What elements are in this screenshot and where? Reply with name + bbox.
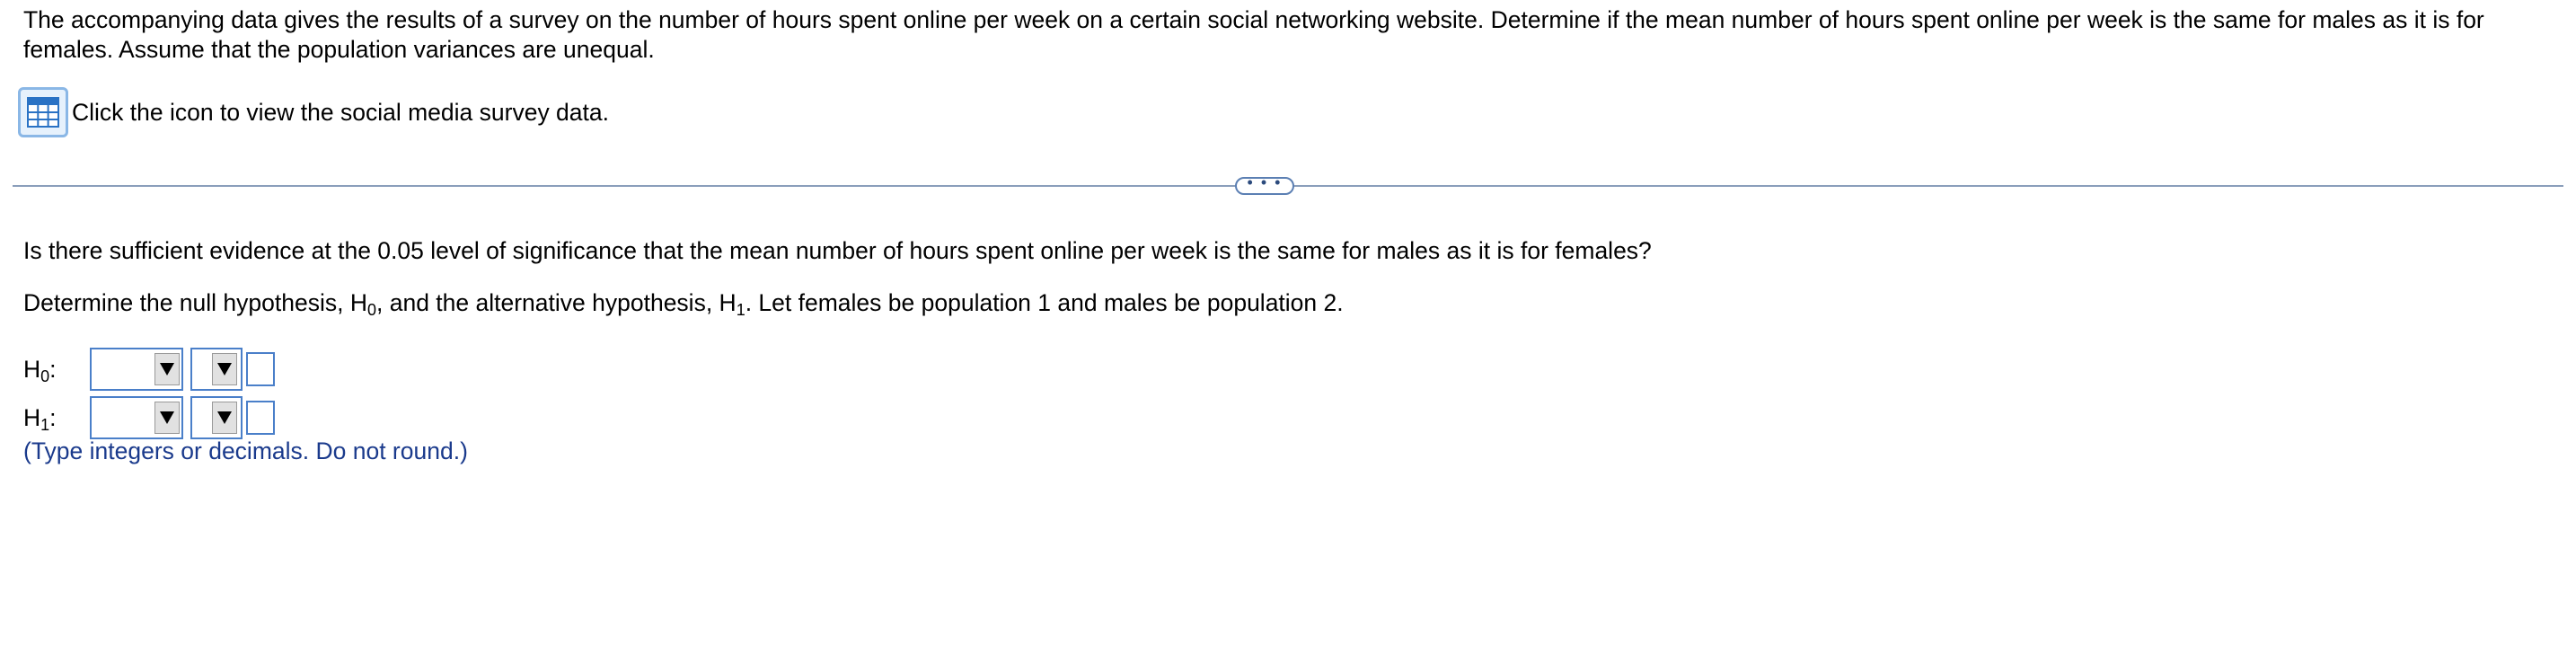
instruction-part2: , and the alternative hypothesis, H xyxy=(376,289,737,316)
dropdown-arrow-button[interactable] xyxy=(154,353,180,385)
instruction-part3: . Let females be population 1 and males … xyxy=(745,289,1344,316)
h0-label: H0: xyxy=(23,355,66,384)
more-dots-icon: • • • xyxy=(1247,173,1283,191)
dropdown-arrow-button[interactable] xyxy=(154,402,180,434)
instruction-sub0: 0 xyxy=(366,301,376,319)
dropdown-arrow-button[interactable] xyxy=(212,353,237,385)
data-link-text: Click the icon to view the social media … xyxy=(72,98,609,126)
data-link-row: Click the icon to view the social media … xyxy=(18,84,609,140)
triangle-down-icon xyxy=(217,411,232,424)
question-text: Is there sufficient evidence at the 0.05… xyxy=(23,237,1652,264)
h1-letter: H xyxy=(23,403,41,431)
table-grid-graphic xyxy=(27,97,59,128)
triangle-down-icon xyxy=(217,363,232,376)
h0-letter: H xyxy=(23,355,41,383)
h0-operator-dropdown[interactable] xyxy=(190,348,243,391)
h0-value-input[interactable] xyxy=(246,352,275,386)
h0-parameter-dropdown[interactable] xyxy=(90,348,183,391)
h0-colon: : xyxy=(49,355,57,383)
table-grid-icon[interactable] xyxy=(18,87,68,137)
h0-subscript: 0 xyxy=(40,367,50,385)
expand-toggle-button[interactable]: • • • xyxy=(1235,173,1294,195)
triangle-down-icon xyxy=(160,411,174,424)
instruction-sub1: 1 xyxy=(736,301,745,319)
h1-parameter-dropdown[interactable] xyxy=(90,396,183,439)
instruction-text: Determine the null hypothesis, H0, and t… xyxy=(23,288,1344,318)
instruction-part1: Determine the null hypothesis, H xyxy=(23,289,367,316)
answer-format-note: (Type integers or decimals. Do not round… xyxy=(23,437,468,464)
dropdown-arrow-button[interactable] xyxy=(212,402,237,434)
h1-value-input[interactable] xyxy=(246,401,275,435)
h1-label: H1: xyxy=(23,403,66,433)
null-hypothesis-row: H0: xyxy=(23,347,275,392)
h1-operator-dropdown[interactable] xyxy=(190,396,243,439)
triangle-down-icon xyxy=(160,363,174,376)
alternative-hypothesis-row: H1: xyxy=(23,395,275,440)
h1-colon: : xyxy=(49,403,57,431)
h1-subscript: 1 xyxy=(40,415,50,434)
problem-statement: The accompanying data gives the results … xyxy=(23,6,2484,63)
